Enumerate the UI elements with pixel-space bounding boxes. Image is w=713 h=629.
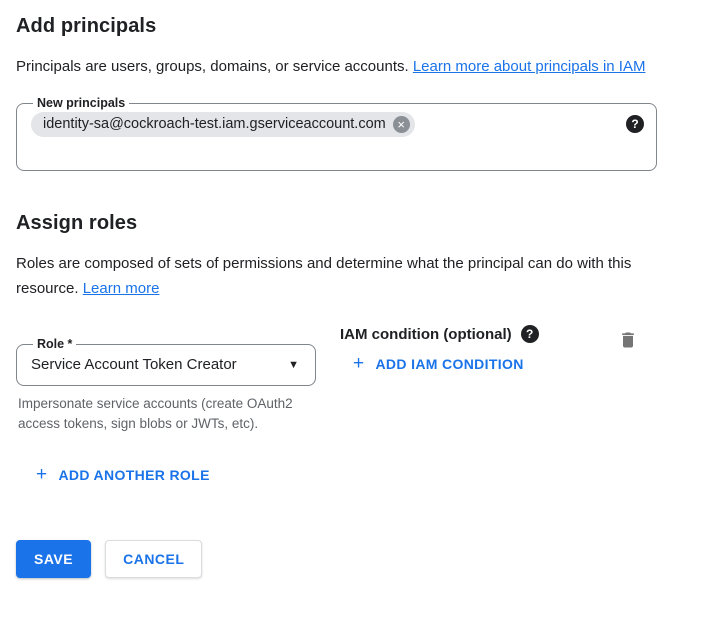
add-iam-condition-button[interactable]: + ADD IAM CONDITION — [353, 356, 524, 372]
iam-condition-label: IAM condition (optional) — [340, 326, 512, 343]
learn-more-principals-link[interactable]: Learn more about principals in IAM — [413, 58, 646, 75]
page-title: Add principals — [16, 13, 697, 39]
plus-icon: + — [353, 356, 364, 372]
add-iam-condition-label: ADD IAM CONDITION — [375, 356, 523, 372]
new-principals-field[interactable]: New principals identity-sa@cockroach-tes… — [16, 96, 657, 171]
add-another-role-button[interactable]: + ADD ANOTHER ROLE — [36, 467, 210, 483]
cancel-button[interactable]: CANCEL — [105, 540, 202, 578]
iam-condition-label-row: IAM condition (optional) ? — [340, 325, 539, 343]
role-helper-text: Impersonate service accounts (create OAu… — [18, 394, 323, 434]
intro-text: Principals are users, groups, domains, o… — [16, 58, 413, 75]
save-button[interactable]: SAVE — [16, 540, 91, 578]
delete-role-button[interactable] — [616, 328, 640, 355]
role-select[interactable]: Service Account Token Creator ▼ — [29, 352, 303, 385]
iam-condition-help-icon[interactable]: ? — [521, 325, 539, 343]
role-row: Role * Service Account Token Creator ▼ I… — [16, 320, 697, 386]
action-buttons: SAVE CANCEL — [16, 540, 697, 578]
trash-icon — [618, 330, 638, 350]
chip-remove-icon[interactable]: × — [393, 116, 410, 133]
principal-chip-text: identity-sa@cockroach-test.iam.gservicea… — [43, 115, 386, 134]
iam-condition-column: IAM condition (optional) ? + ADD IAM CON… — [340, 320, 539, 374]
intro-paragraph: Principals are users, groups, domains, o… — [16, 54, 676, 79]
role-label: Role * — [33, 337, 76, 352]
assign-roles-paragraph: Roles are composed of sets of permission… — [16, 251, 676, 301]
add-principals-panel: Add principals Principals are users, gro… — [0, 0, 713, 578]
new-principals-input-area[interactable]: identity-sa@cockroach-test.iam.gservicea… — [29, 111, 644, 170]
learn-more-roles-link[interactable]: Learn more — [83, 280, 160, 297]
assign-roles-title: Assign roles — [16, 210, 697, 236]
new-principals-label: New principals — [33, 96, 129, 111]
add-another-role-label: ADD ANOTHER ROLE — [58, 467, 209, 483]
role-selected-value: Service Account Token Creator — [31, 355, 237, 375]
chevron-down-icon: ▼ — [288, 359, 299, 371]
plus-icon: + — [36, 467, 47, 483]
principals-help-icon[interactable]: ? — [626, 115, 644, 133]
principal-chip: identity-sa@cockroach-test.iam.gservicea… — [31, 112, 415, 137]
role-select-field[interactable]: Role * Service Account Token Creator ▼ — [16, 337, 316, 386]
add-role-row: + ADD ANOTHER ROLE — [36, 467, 697, 485]
